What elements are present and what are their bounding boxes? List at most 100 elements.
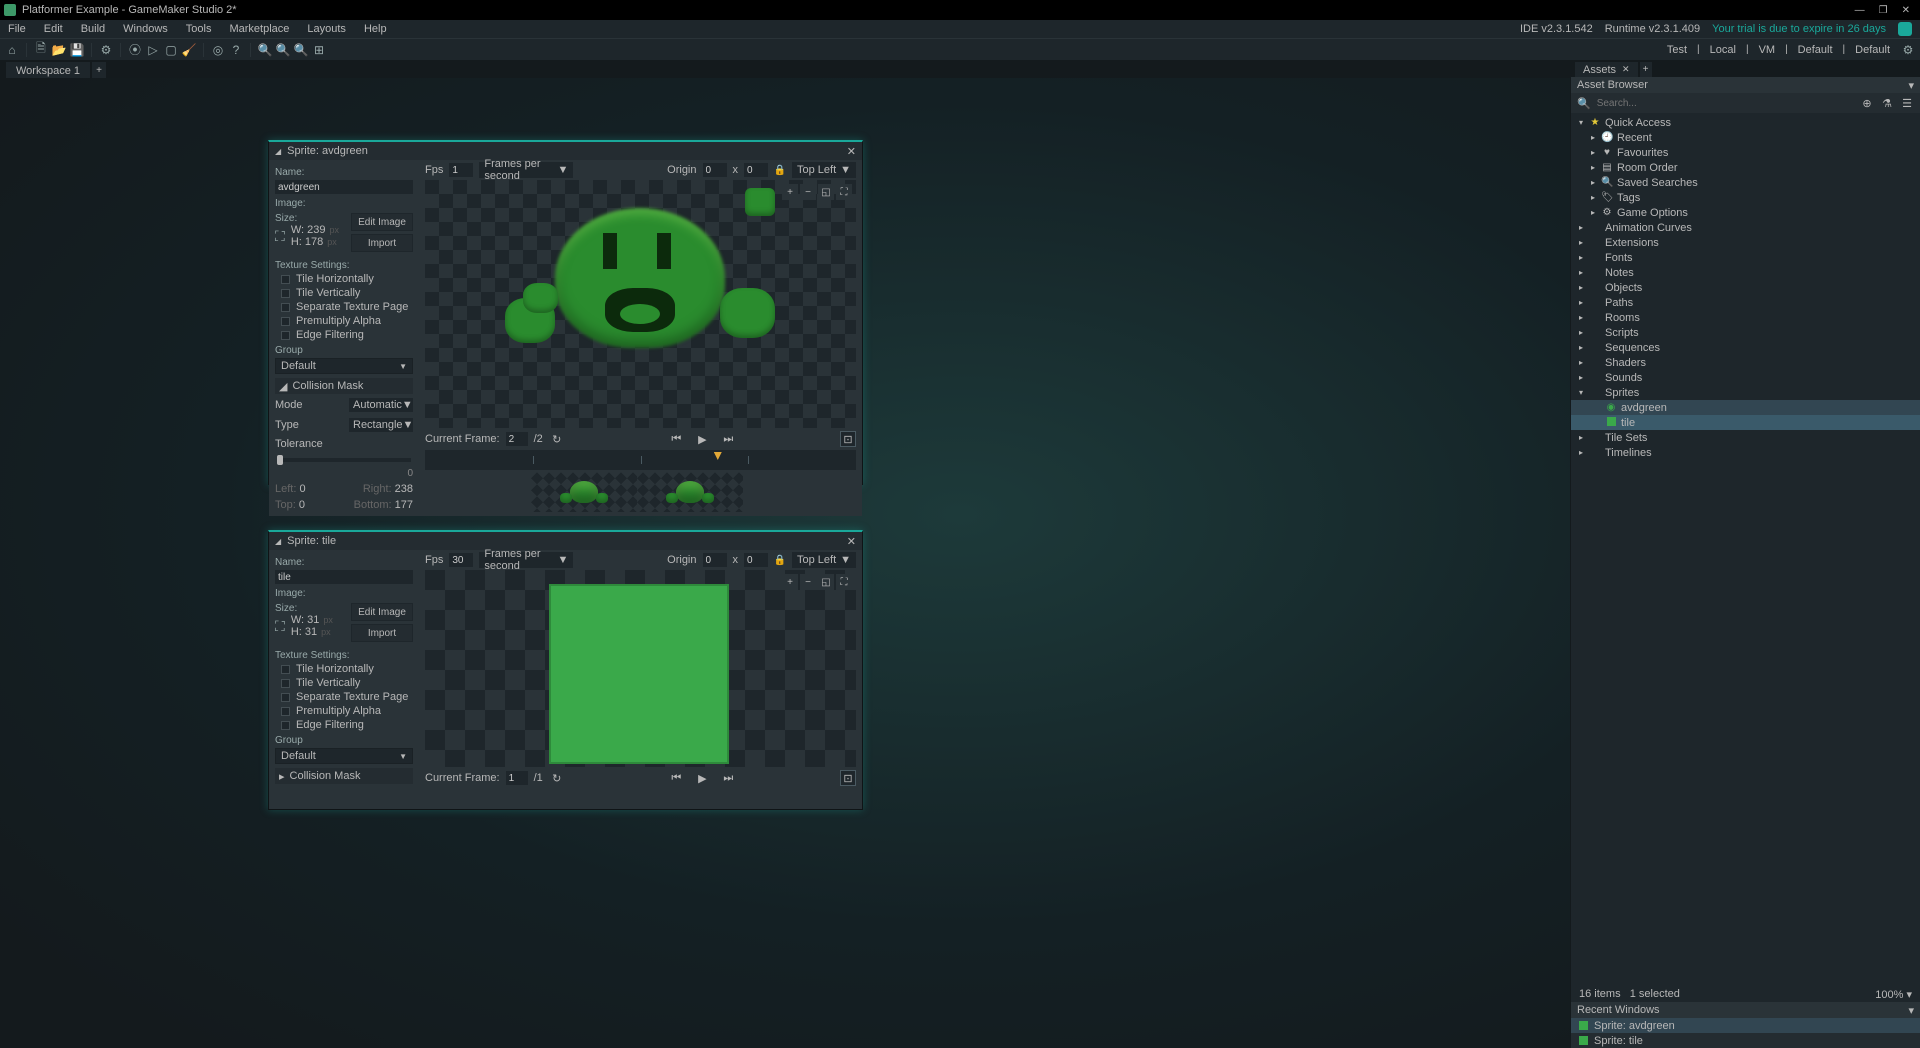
sprite-window-tile[interactable]: ◢Sprite: tile ✕ Name: Image: Size: ⛶ W: … bbox=[268, 530, 863, 810]
asset-tree[interactable]: ▾★Quick Access ▸🕘Recent ▸♥Favourites ▸▤R… bbox=[1571, 113, 1920, 986]
next-frame-icon[interactable]: ⏭ bbox=[720, 431, 736, 447]
zoom-in-icon[interactable]: 🔍 bbox=[257, 42, 273, 58]
menu-marketplace[interactable]: Marketplace bbox=[229, 23, 289, 35]
frame-thumb-2[interactable] bbox=[637, 472, 743, 512]
search-input[interactable] bbox=[1597, 98, 1854, 109]
target-config[interactable]: Default bbox=[1798, 44, 1833, 56]
recent-item-avdgreen[interactable]: Sprite: avdgreen bbox=[1571, 1018, 1920, 1033]
name-input[interactable] bbox=[275, 570, 413, 584]
sprite-preview[interactable]: + − ◱ ⛶ bbox=[425, 180, 856, 428]
play-icon[interactable]: ▶ bbox=[694, 431, 710, 447]
preview-zoom-full-icon[interactable]: ⛶ bbox=[836, 184, 852, 200]
target-local[interactable]: Local bbox=[1710, 44, 1736, 56]
timeline[interactable] bbox=[425, 450, 856, 470]
resize-icon[interactable]: ⛶ bbox=[275, 228, 285, 245]
chk-sep-page[interactable]: Separate Texture Page bbox=[281, 691, 413, 703]
frame-strip[interactable] bbox=[425, 472, 856, 512]
zoom-reset-icon[interactable]: 🔍 bbox=[293, 42, 309, 58]
window-close-icon[interactable]: ✕ bbox=[847, 145, 856, 158]
tab-add[interactable]: + bbox=[92, 62, 106, 78]
tree-notes[interactable]: ▸Notes bbox=[1571, 265, 1920, 280]
chevron-down-icon[interactable]: ▾ bbox=[1908, 1004, 1914, 1017]
new-project-icon[interactable]: 🗎 bbox=[33, 42, 49, 58]
preview-zoom-out-icon[interactable]: − bbox=[800, 184, 816, 200]
chk-edge[interactable]: Edge Filtering bbox=[281, 719, 413, 731]
add-asset-icon[interactable]: ⊕ bbox=[1860, 96, 1874, 110]
target-icon[interactable]: ◎ bbox=[210, 42, 226, 58]
prev-frame-icon[interactable]: ⏮ bbox=[668, 431, 684, 447]
clean-icon[interactable]: 🧹 bbox=[181, 42, 197, 58]
broadcast-icon[interactable]: ⊡ bbox=[840, 431, 856, 447]
edit-image-button[interactable]: Edit Image bbox=[351, 213, 413, 231]
tree-tags[interactable]: ▸🏷Tags bbox=[1571, 190, 1920, 205]
tree-sprite-avdgreen[interactable]: ◉avdgreen bbox=[1571, 400, 1920, 415]
origin-y-input[interactable] bbox=[744, 163, 768, 177]
origin-mode-dropdown[interactable]: Top Left▼ bbox=[792, 162, 856, 178]
run-icon[interactable]: ▷ bbox=[145, 42, 161, 58]
save-icon[interactable]: 💾 bbox=[69, 42, 85, 58]
current-frame-input[interactable] bbox=[506, 432, 528, 446]
frame-thumb-1[interactable] bbox=[531, 472, 637, 512]
preview-zoom-fit-icon[interactable]: ◱ bbox=[818, 184, 834, 200]
tree-recent[interactable]: ▸🕘Recent bbox=[1571, 130, 1920, 145]
import-button[interactable]: Import bbox=[351, 234, 413, 252]
chk-edge[interactable]: Edge Filtering bbox=[281, 329, 413, 341]
current-frame-input[interactable] bbox=[506, 771, 528, 785]
tab-add-panel[interactable]: + bbox=[1640, 62, 1652, 77]
tree-sequences[interactable]: ▸Sequences bbox=[1571, 340, 1920, 355]
menu-help[interactable]: Help bbox=[364, 23, 387, 35]
collision-mask-section[interactable]: ▸Collision Mask bbox=[275, 768, 413, 784]
chevron-down-icon[interactable]: ▾ bbox=[1908, 79, 1914, 92]
sprite-window-header[interactable]: ◢Sprite: tile ✕ bbox=[269, 532, 862, 550]
collision-mask-section[interactable]: ◢Collision Mask bbox=[275, 378, 413, 394]
menu-edit[interactable]: Edit bbox=[44, 23, 63, 35]
target-settings-icon[interactable]: ⚙ bbox=[1900, 42, 1916, 58]
tree-extensions[interactable]: ▸Extensions bbox=[1571, 235, 1920, 250]
tolerance-slider[interactable] bbox=[277, 458, 411, 462]
chk-premult[interactable]: Premultiply Alpha bbox=[281, 315, 413, 327]
chk-tile-h[interactable]: Tile Horizontally bbox=[281, 663, 413, 675]
tree-room-order[interactable]: ▸▤Room Order bbox=[1571, 160, 1920, 175]
preview-zoom-out-icon[interactable]: − bbox=[800, 574, 816, 590]
sprite-window-avdgreen[interactable]: ◢Sprite: avdgreen ✕ Name: Image: Size: ⛶… bbox=[268, 140, 863, 485]
tab-workspace-1[interactable]: Workspace 1 bbox=[6, 62, 90, 78]
tree-fonts[interactable]: ▸Fonts bbox=[1571, 250, 1920, 265]
zoom-out-icon[interactable]: 🔍 bbox=[275, 42, 291, 58]
import-button[interactable]: Import bbox=[351, 624, 413, 642]
tree-sprites[interactable]: ▾Sprites bbox=[1571, 385, 1920, 400]
tree-sprite-tile[interactable]: tile bbox=[1571, 415, 1920, 430]
menu-file[interactable]: File bbox=[8, 23, 26, 35]
broadcast-icon[interactable]: ⊡ bbox=[840, 770, 856, 786]
recent-item-tile[interactable]: Sprite: tile bbox=[1571, 1033, 1920, 1048]
tree-objects[interactable]: ▸Objects bbox=[1571, 280, 1920, 295]
tree-timelines[interactable]: ▸Timelines bbox=[1571, 445, 1920, 460]
docking-icon[interactable]: ⊞ bbox=[311, 42, 327, 58]
menu-layouts[interactable]: Layouts bbox=[307, 23, 346, 35]
loop-icon[interactable]: ↻ bbox=[549, 770, 565, 786]
tree-zoom[interactable]: 100% ▾ bbox=[1875, 988, 1912, 1001]
game-options-icon[interactable]: ⚙ bbox=[98, 42, 114, 58]
group-dropdown[interactable]: Default▼ bbox=[275, 358, 413, 374]
debug-icon[interactable]: ⦿ bbox=[127, 42, 143, 58]
collapse-icon[interactable]: ◢ bbox=[275, 537, 281, 546]
tree-scripts[interactable]: ▸Scripts bbox=[1571, 325, 1920, 340]
tab-close-icon[interactable]: ✕ bbox=[1622, 64, 1630, 75]
target-vm[interactable]: VM bbox=[1759, 44, 1776, 56]
tree-game-options[interactable]: ▸⚙Game Options bbox=[1571, 205, 1920, 220]
tree-paths[interactable]: ▸Paths bbox=[1571, 295, 1920, 310]
home-icon[interactable]: ⌂ bbox=[4, 42, 20, 58]
preview-zoom-full-icon[interactable]: ⛶ bbox=[836, 574, 852, 590]
preview-zoom-in-icon[interactable]: + bbox=[782, 184, 798, 200]
preview-zoom-fit-icon[interactable]: ◱ bbox=[818, 574, 834, 590]
fps-input[interactable] bbox=[449, 553, 473, 567]
tree-rooms[interactable]: ▸Rooms bbox=[1571, 310, 1920, 325]
minimize-button[interactable]: — bbox=[1855, 5, 1865, 16]
origin-x-input[interactable] bbox=[703, 163, 727, 177]
edit-image-button[interactable]: Edit Image bbox=[351, 603, 413, 621]
tree-anim-curves[interactable]: ▸Animation Curves bbox=[1571, 220, 1920, 235]
origin-y-input[interactable] bbox=[744, 553, 768, 567]
chk-tile-v[interactable]: Tile Vertically bbox=[281, 287, 413, 299]
window-close-icon[interactable]: ✕ bbox=[847, 535, 856, 548]
open-project-icon[interactable]: 📂 bbox=[51, 42, 67, 58]
loop-icon[interactable]: ↻ bbox=[549, 431, 565, 447]
